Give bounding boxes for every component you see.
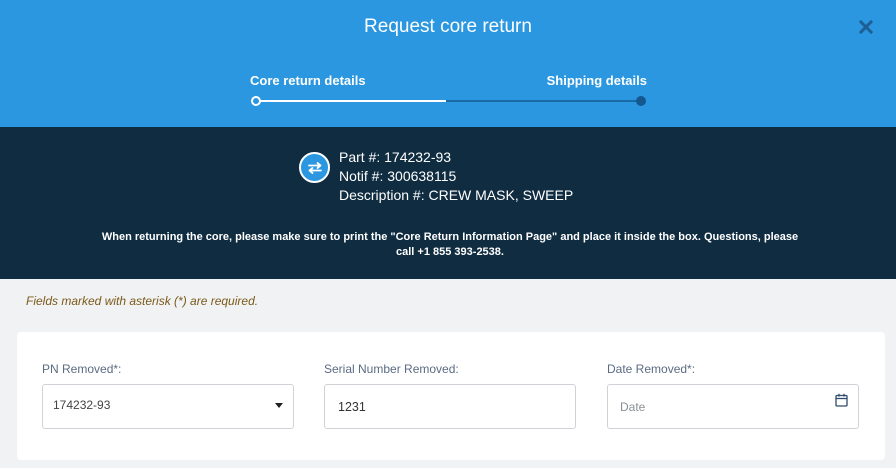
stepper-dot-end bbox=[636, 96, 646, 106]
pn-removed-field: PN Removed*: 174232-93 bbox=[42, 362, 294, 429]
dropdown-caret-icon bbox=[275, 403, 283, 408]
date-removed-label: Date Removed*: bbox=[607, 362, 696, 376]
return-notice-line2: call +1 855 393-2538. bbox=[396, 246, 504, 258]
return-notice: When returning the core, please make sur… bbox=[80, 230, 820, 260]
pn-removed-select[interactable]: 174232-93 bbox=[42, 384, 294, 429]
stepper-progress-fill bbox=[256, 100, 446, 102]
part-number: Part #: 174232-93 bbox=[339, 149, 452, 165]
request-core-return-modal: Request core return Core return details … bbox=[0, 0, 896, 468]
stepper-dot-current bbox=[251, 96, 261, 106]
pn-removed-value: 174232-93 bbox=[53, 398, 111, 412]
date-placeholder: Date bbox=[620, 400, 646, 414]
serial-removed-value: 1231 bbox=[338, 400, 366, 414]
close-icon bbox=[859, 20, 873, 34]
part-description: Description #: CREW MASK, SWEEP bbox=[339, 187, 574, 203]
serial-removed-input[interactable]: 1231 bbox=[324, 384, 576, 429]
calendar-icon[interactable] bbox=[835, 393, 848, 407]
part-info-panel: Part #: 174232-93 Notif #: 300638115 Des… bbox=[0, 127, 896, 279]
modal-title: Request core return bbox=[364, 16, 532, 37]
serial-removed-field: Serial Number Removed: 1231 bbox=[324, 362, 576, 429]
step-core-return-details[interactable]: Core return details bbox=[250, 73, 366, 88]
return-notice-line1: When returning the core, please make sur… bbox=[101, 231, 799, 243]
required-fields-note: Fields marked with asterisk (*) are requ… bbox=[26, 294, 259, 308]
swap-arrows-icon bbox=[299, 152, 330, 183]
pn-removed-label: PN Removed*: bbox=[42, 362, 122, 376]
form-card: PN Removed*: 174232-93 Serial Number Rem… bbox=[17, 332, 885, 460]
step-shipping-details[interactable]: Shipping details bbox=[547, 73, 647, 88]
modal-header: Request core return Core return details … bbox=[0, 0, 896, 127]
stepper: Core return details Shipping details bbox=[250, 70, 647, 110]
date-removed-input[interactable]: Date bbox=[607, 384, 859, 429]
serial-removed-label: Serial Number Removed: bbox=[324, 362, 459, 376]
date-removed-field: Date Removed*: Date bbox=[607, 362, 859, 429]
notif-number: Notif #: 300638115 bbox=[339, 168, 457, 184]
part-details: Part #: 174232-93 Notif #: 300638115 Des… bbox=[339, 148, 573, 205]
close-button[interactable] bbox=[856, 15, 876, 39]
